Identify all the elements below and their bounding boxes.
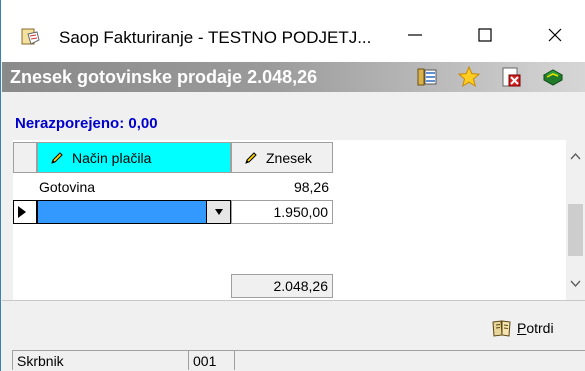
payment-method-select[interactable] (37, 200, 207, 224)
current-row-arrow-icon (18, 206, 26, 218)
pencil-icon (51, 151, 63, 164)
close-icon (548, 28, 562, 42)
title-bar[interactable]: Saop Fakturiranje - TESTNO PODJETJ... (1, 0, 585, 62)
payment-method-dropdown-button[interactable] (207, 200, 231, 224)
amount-total: 2.048,26 (231, 274, 333, 298)
payment-grid[interactable]: Način plačila Znesek Gotovina 98,26 1.95… (13, 140, 585, 300)
minimize-button[interactable] (387, 14, 443, 56)
table-row-amount[interactable]: 98,26 (231, 175, 333, 199)
pencil-icon (245, 151, 257, 164)
status-bar: Skrbnik 001 (2, 349, 585, 371)
scroll-up-icon[interactable] (570, 152, 581, 160)
confirm-button-accel: P (517, 320, 527, 336)
row-indicator-header (13, 142, 37, 173)
scrollbar-thumb[interactable] (568, 204, 583, 256)
confirm-button-rest: otrdi (526, 320, 554, 336)
status-code: 001 (188, 350, 234, 370)
column-header-amount[interactable]: Znesek (231, 142, 333, 173)
list-icon[interactable] (416, 66, 438, 88)
divider (2, 300, 585, 301)
row-indicator-active (13, 200, 37, 224)
form-title: Znesek gotovinske prodaje 2.048,26 (10, 67, 318, 87)
book-icon[interactable] (542, 66, 564, 88)
confirm-button-label: Potrdi (517, 320, 554, 336)
delete-doc-icon[interactable] (500, 66, 522, 88)
confirm-button[interactable]: Potrdi (491, 316, 554, 340)
form-header: Znesek gotovinske prodaje 2.048,26 (2, 62, 585, 92)
minimize-icon (408, 34, 422, 36)
maximize-icon (478, 28, 492, 42)
chevron-down-icon (214, 209, 223, 215)
table-row-method[interactable]: Gotovina (39, 175, 231, 199)
column-header-amount-label: Znesek (266, 149, 312, 166)
vertical-scrollbar[interactable] (566, 140, 585, 300)
status-user: Skrbnik (12, 350, 188, 370)
maximize-button[interactable] (457, 14, 513, 56)
row-indicator (13, 175, 37, 199)
window-title: Saop Fakturiranje - TESTNO PODJETJ... (59, 28, 372, 47)
column-header-payment-method[interactable]: Način plačila (37, 142, 231, 173)
star-icon[interactable] (458, 66, 480, 88)
app-icon (21, 28, 40, 45)
table-row-amount[interactable]: 1.950,00 (231, 200, 333, 224)
column-header-payment-method-label: Način plačila (72, 149, 152, 166)
status-panel (234, 350, 585, 370)
book-open-icon (492, 320, 511, 337)
scroll-down-icon[interactable] (570, 280, 581, 288)
unassigned-amount: Nerazporejeno: 0,00 (15, 115, 158, 132)
close-button[interactable] (527, 14, 583, 56)
app-window: Saop Fakturiranje - TESTNO PODJETJ... Zn… (0, 0, 585, 371)
